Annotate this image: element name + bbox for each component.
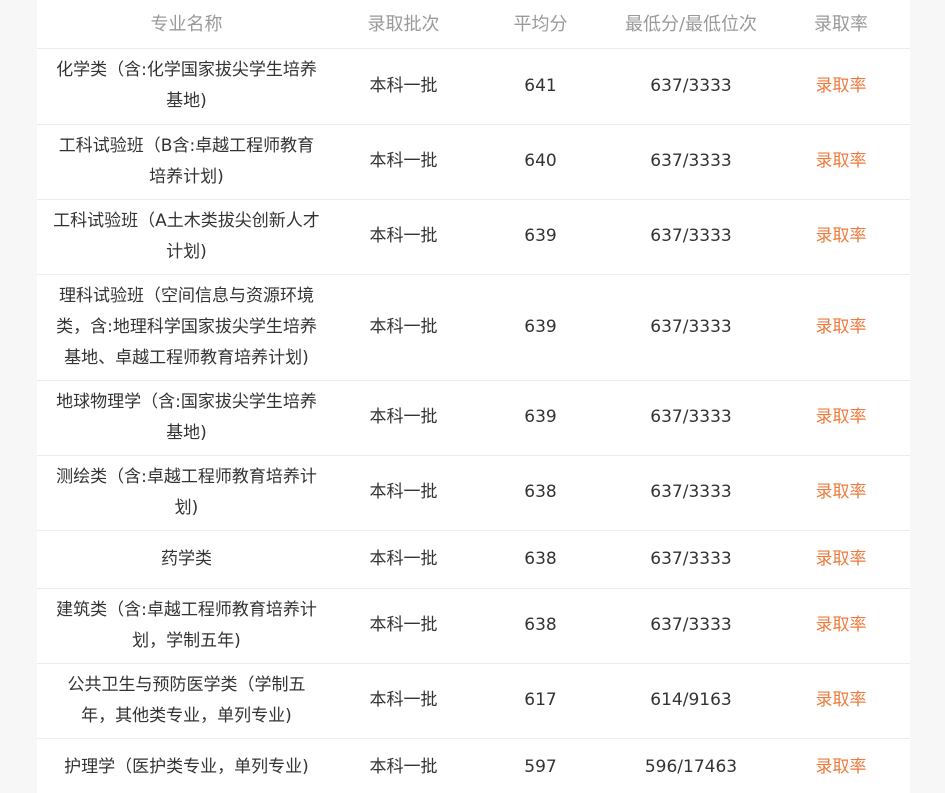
table-row: 公共卫生与预防医学类（学制五年，其他类专业，单列专业) 本科一批 617 614… — [37, 663, 910, 739]
average-score-cell: 639 — [471, 199, 610, 275]
batch-cell: 本科一批 — [336, 663, 471, 739]
major-name-cell: 公共卫生与预防医学类（学制五年，其他类专业，单列专业) — [37, 663, 336, 739]
admission-table-card: 专业名称 录取批次 平均分 最低分/最低位次 录取率 化学类（含:化学国家拔尖学… — [37, 0, 910, 793]
admission-rate-link[interactable]: 录取率 — [816, 407, 867, 427]
table-row: 建筑类（含:卓越工程师教育培养计划，学制五年) 本科一批 638 637/333… — [37, 588, 910, 664]
major-name-cell: 药学类 — [37, 530, 336, 589]
batch-cell: 本科一批 — [336, 738, 471, 793]
admission-rate-cell: 录取率 — [772, 124, 910, 200]
major-name-cell: 理科试验班（空间信息与资源环境类，含:地理科学国家拔尖学生培养基地、卓越工程师教… — [37, 274, 336, 381]
min-score-rank-cell: 637/3333 — [610, 455, 772, 531]
major-name-cell: 工科试验班（A土木类拔尖创新人才计划) — [37, 199, 336, 275]
admission-rate-link[interactable]: 录取率 — [816, 226, 867, 246]
table-header-row: 专业名称 录取批次 平均分 最低分/最低位次 录取率 — [37, 0, 910, 49]
admission-rate-cell: 录取率 — [772, 48, 910, 125]
min-score-rank-cell: 596/17463 — [610, 738, 772, 793]
table-row: 工科试验班（B含:卓越工程师教育培养计划) 本科一批 640 637/3333 … — [37, 124, 910, 200]
header-min-score-rank: 最低分/最低位次 — [610, 0, 772, 49]
major-name-cell: 化学类（含:化学国家拔尖学生培养基地) — [37, 48, 336, 125]
min-score-rank-cell: 614/9163 — [610, 663, 772, 739]
admission-rate-cell: 录取率 — [772, 274, 910, 381]
table-row: 化学类（含:化学国家拔尖学生培养基地) 本科一批 641 637/3333 录取… — [37, 48, 910, 125]
batch-cell: 本科一批 — [336, 455, 471, 531]
admission-rate-link[interactable]: 录取率 — [816, 690, 867, 710]
major-name-cell: 测绘类（含:卓越工程师教育培养计划) — [37, 455, 336, 531]
admission-rate-cell: 录取率 — [772, 455, 910, 531]
admission-rate-cell: 录取率 — [772, 738, 910, 793]
average-score-cell: 641 — [471, 48, 610, 125]
average-score-cell: 638 — [471, 455, 610, 531]
admission-rate-link[interactable]: 录取率 — [816, 757, 867, 777]
major-name-cell: 地球物理学（含:国家拔尖学生培养基地) — [37, 380, 336, 456]
admission-rate-cell: 录取率 — [772, 530, 910, 589]
table-row: 地球物理学（含:国家拔尖学生培养基地) 本科一批 639 637/3333 录取… — [37, 380, 910, 456]
admission-rate-link[interactable]: 录取率 — [816, 615, 867, 635]
admission-rate-cell: 录取率 — [772, 199, 910, 275]
batch-cell: 本科一批 — [336, 199, 471, 275]
header-major-name: 专业名称 — [37, 0, 336, 49]
major-name-cell: 建筑类（含:卓越工程师教育培养计划，学制五年) — [37, 588, 336, 664]
average-score-cell: 617 — [471, 663, 610, 739]
table-row: 理科试验班（空间信息与资源环境类，含:地理科学国家拔尖学生培养基地、卓越工程师教… — [37, 274, 910, 381]
min-score-rank-cell: 637/3333 — [610, 48, 772, 125]
average-score-cell: 638 — [471, 530, 610, 589]
min-score-rank-cell: 637/3333 — [610, 199, 772, 275]
batch-cell: 本科一批 — [336, 48, 471, 125]
admission-rate-link[interactable]: 录取率 — [816, 151, 867, 171]
major-name-cell: 工科试验班（B含:卓越工程师教育培养计划) — [37, 124, 336, 200]
table-row: 工科试验班（A土木类拔尖创新人才计划) 本科一批 639 637/3333 录取… — [37, 199, 910, 275]
admission-rate-link[interactable]: 录取率 — [816, 317, 867, 337]
average-score-cell: 597 — [471, 738, 610, 793]
admission-score-table: 专业名称 录取批次 平均分 最低分/最低位次 录取率 化学类（含:化学国家拔尖学… — [37, 0, 910, 793]
admission-rate-link[interactable]: 录取率 — [816, 76, 867, 96]
major-name-cell: 护理学（医护类专业，单列专业) — [37, 738, 336, 793]
batch-cell: 本科一批 — [336, 588, 471, 664]
header-admission-batch: 录取批次 — [336, 0, 471, 49]
header-average-score: 平均分 — [471, 0, 610, 49]
admission-rate-link[interactable]: 录取率 — [816, 549, 867, 569]
min-score-rank-cell: 637/3333 — [610, 124, 772, 200]
batch-cell: 本科一批 — [336, 124, 471, 200]
table-row: 药学类 本科一批 638 637/3333 录取率 — [37, 530, 910, 589]
batch-cell: 本科一批 — [336, 530, 471, 589]
batch-cell: 本科一批 — [336, 274, 471, 381]
header-admission-rate: 录取率 — [772, 0, 910, 49]
admission-rate-link[interactable]: 录取率 — [816, 482, 867, 502]
min-score-rank-cell: 637/3333 — [610, 530, 772, 589]
batch-cell: 本科一批 — [336, 380, 471, 456]
admission-rate-cell: 录取率 — [772, 588, 910, 664]
average-score-cell: 639 — [471, 274, 610, 381]
table-row: 护理学（医护类专业，单列专业) 本科一批 597 596/17463 录取率 — [37, 738, 910, 793]
admission-rate-cell: 录取率 — [772, 380, 910, 456]
admission-rate-cell: 录取率 — [772, 663, 910, 739]
average-score-cell: 639 — [471, 380, 610, 456]
average-score-cell: 640 — [471, 124, 610, 200]
average-score-cell: 638 — [471, 588, 610, 664]
min-score-rank-cell: 637/3333 — [610, 588, 772, 664]
min-score-rank-cell: 637/3333 — [610, 274, 772, 381]
table-row: 测绘类（含:卓越工程师教育培养计划) 本科一批 638 637/3333 录取率 — [37, 455, 910, 531]
min-score-rank-cell: 637/3333 — [610, 380, 772, 456]
